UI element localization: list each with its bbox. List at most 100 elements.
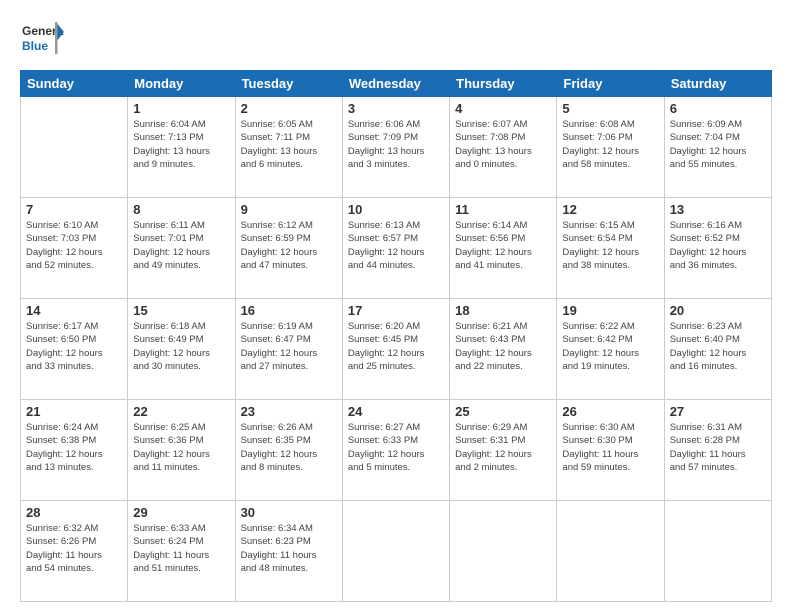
day-number: 10 [348,202,444,217]
calendar-cell: 22 Sunrise: 6:25 AMSunset: 6:36 PMDayligh… [128,400,235,501]
day-info: Sunrise: 6:17 AMSunset: 6:50 PMDaylight:… [26,320,122,373]
day-info: Sunrise: 6:21 AMSunset: 6:43 PMDaylight:… [455,320,551,373]
calendar-cell [557,501,664,602]
calendar-cell: 11 Sunrise: 6:14 AMSunset: 6:56 PMDayligh… [450,198,557,299]
day-info: Sunrise: 6:06 AMSunset: 7:09 PMDaylight:… [348,118,444,171]
calendar-cell: 7 Sunrise: 6:10 AMSunset: 7:03 PMDaylight… [21,198,128,299]
day-number: 17 [348,303,444,318]
day-number: 11 [455,202,551,217]
day-info: Sunrise: 6:32 AMSunset: 6:26 PMDaylight:… [26,522,122,575]
day-header-wednesday: Wednesday [342,71,449,97]
day-number: 23 [241,404,337,419]
day-number: 21 [26,404,122,419]
day-info: Sunrise: 6:22 AMSunset: 6:42 PMDaylight:… [562,320,658,373]
day-info: Sunrise: 6:07 AMSunset: 7:08 PMDaylight:… [455,118,551,171]
week-row-2: 7 Sunrise: 6:10 AMSunset: 7:03 PMDaylight… [21,198,772,299]
day-info: Sunrise: 6:23 AMSunset: 6:40 PMDaylight:… [670,320,766,373]
day-number: 29 [133,505,229,520]
day-info: Sunrise: 6:34 AMSunset: 6:23 PMDaylight:… [241,522,337,575]
day-number: 25 [455,404,551,419]
calendar-cell: 25Sunrise: 6:29 AMSunset: 6:31 PMDayligh… [450,400,557,501]
day-header-sunday: Sunday [21,71,128,97]
day-number: 3 [348,101,444,116]
day-number: 24 [348,404,444,419]
calendar-cell: 16 Sunrise: 6:19 AMSunset: 6:47 PMDayligh… [235,299,342,400]
day-info: Sunrise: 6:08 AMSunset: 7:06 PMDaylight:… [562,118,658,171]
calendar-cell: 18Sunrise: 6:21 AMSunset: 6:43 PMDayligh… [450,299,557,400]
calendar-cell: 8Sunrise: 6:11 AMSunset: 7:01 PMDaylight… [128,198,235,299]
day-number: 12 [562,202,658,217]
day-info: Sunrise: 6:04 AMSunset: 7:13 PMDaylight:… [133,118,229,171]
calendar-cell: 21 Sunrise: 6:24 AMSunset: 6:38 PMDayligh… [21,400,128,501]
day-number: 13 [670,202,766,217]
week-row-5: 28 Sunrise: 6:32 AMSunset: 6:26 PMDayligh… [21,501,772,602]
header: General Blue [20,18,772,62]
day-number: 2 [241,101,337,116]
days-header-row: SundayMondayTuesdayWednesdayThursdayFrid… [21,71,772,97]
calendar-cell: 17 Sunrise: 6:20 AMSunset: 6:45 PMDayligh… [342,299,449,400]
calendar-cell: 14Sunrise: 6:17 AMSunset: 6:50 PMDayligh… [21,299,128,400]
calendar-cell: 19 Sunrise: 6:22 AMSunset: 6:42 PMDayligh… [557,299,664,400]
day-header-monday: Monday [128,71,235,97]
calendar-cell: 1 Sunrise: 6:04 AMSunset: 7:13 PMDaylight… [128,97,235,198]
calendar-cell: 30 Sunrise: 6:34 AMSunset: 6:23 PMDayligh… [235,501,342,602]
day-number: 19 [562,303,658,318]
day-number: 6 [670,101,766,116]
day-number: 1 [133,101,229,116]
day-info: Sunrise: 6:15 AMSunset: 6:54 PMDaylight:… [562,219,658,272]
day-info: Sunrise: 6:10 AMSunset: 7:03 PMDaylight:… [26,219,122,272]
svg-text:Blue: Blue [22,39,48,53]
day-info: Sunrise: 6:24 AMSunset: 6:38 PMDaylight:… [26,421,122,474]
day-info: Sunrise: 6:30 AMSunset: 6:30 PMDaylight:… [562,421,658,474]
calendar-cell: 15Sunrise: 6:18 AMSunset: 6:49 PMDayligh… [128,299,235,400]
calendar-table: SundayMondayTuesdayWednesdayThursdayFrid… [20,70,772,602]
calendar-body: 1 Sunrise: 6:04 AMSunset: 7:13 PMDaylight… [21,97,772,602]
day-number: 26 [562,404,658,419]
day-number: 5 [562,101,658,116]
day-number: 28 [26,505,122,520]
day-number: 16 [241,303,337,318]
calendar-cell: 28 Sunrise: 6:32 AMSunset: 6:26 PMDayligh… [21,501,128,602]
calendar-cell: 24 Sunrise: 6:27 AMSunset: 6:33 PMDayligh… [342,400,449,501]
day-info: Sunrise: 6:26 AMSunset: 6:35 PMDaylight:… [241,421,337,474]
calendar-cell: 5 Sunrise: 6:08 AMSunset: 7:06 PMDaylight… [557,97,664,198]
calendar-cell: 12 Sunrise: 6:15 AMSunset: 6:54 PMDayligh… [557,198,664,299]
calendar-cell: 3 Sunrise: 6:06 AMSunset: 7:09 PMDaylight… [342,97,449,198]
calendar-cell: 10 Sunrise: 6:13 AMSunset: 6:57 PMDayligh… [342,198,449,299]
calendar-cell: 4 Sunrise: 6:07 AMSunset: 7:08 PMDaylight… [450,97,557,198]
day-number: 4 [455,101,551,116]
day-number: 30 [241,505,337,520]
page: General Blue SundayMondayTuesdayWednesda… [0,0,792,612]
day-number: 27 [670,404,766,419]
week-row-3: 14Sunrise: 6:17 AMSunset: 6:50 PMDayligh… [21,299,772,400]
calendar-cell [450,501,557,602]
day-info: Sunrise: 6:20 AMSunset: 6:45 PMDaylight:… [348,320,444,373]
day-number: 20 [670,303,766,318]
logo-svg: General Blue [20,18,64,62]
calendar-cell: 13 Sunrise: 6:16 AMSunset: 6:52 PMDayligh… [664,198,771,299]
calendar-cell: 20 Sunrise: 6:23 AMSunset: 6:40 PMDayligh… [664,299,771,400]
day-number: 22 [133,404,229,419]
day-info: Sunrise: 6:31 AMSunset: 6:28 PMDaylight:… [670,421,766,474]
calendar-cell: 26 Sunrise: 6:30 AMSunset: 6:30 PMDayligh… [557,400,664,501]
day-info: Sunrise: 6:16 AMSunset: 6:52 PMDaylight:… [670,219,766,272]
day-info: Sunrise: 6:33 AMSunset: 6:24 PMDaylight:… [133,522,229,575]
calendar-cell: 2 Sunrise: 6:05 AMSunset: 7:11 PMDaylight… [235,97,342,198]
day-header-friday: Friday [557,71,664,97]
calendar-cell: 23 Sunrise: 6:26 AMSunset: 6:35 PMDayligh… [235,400,342,501]
day-info: Sunrise: 6:25 AMSunset: 6:36 PMDaylight:… [133,421,229,474]
week-row-4: 21 Sunrise: 6:24 AMSunset: 6:38 PMDayligh… [21,400,772,501]
calendar-cell: 27 Sunrise: 6:31 AMSunset: 6:28 PMDayligh… [664,400,771,501]
day-info: Sunrise: 6:14 AMSunset: 6:56 PMDaylight:… [455,219,551,272]
day-info: Sunrise: 6:19 AMSunset: 6:47 PMDaylight:… [241,320,337,373]
day-info: Sunrise: 6:27 AMSunset: 6:33 PMDaylight:… [348,421,444,474]
calendar-cell [21,97,128,198]
day-header-tuesday: Tuesday [235,71,342,97]
day-info: Sunrise: 6:13 AMSunset: 6:57 PMDaylight:… [348,219,444,272]
calendar-cell: 9Sunrise: 6:12 AMSunset: 6:59 PMDaylight… [235,198,342,299]
day-info: Sunrise: 6:05 AMSunset: 7:11 PMDaylight:… [241,118,337,171]
calendar-cell: 6Sunrise: 6:09 AMSunset: 7:04 PMDaylight… [664,97,771,198]
day-number: 7 [26,202,122,217]
day-info: Sunrise: 6:18 AMSunset: 6:49 PMDaylight:… [133,320,229,373]
week-row-1: 1 Sunrise: 6:04 AMSunset: 7:13 PMDaylight… [21,97,772,198]
